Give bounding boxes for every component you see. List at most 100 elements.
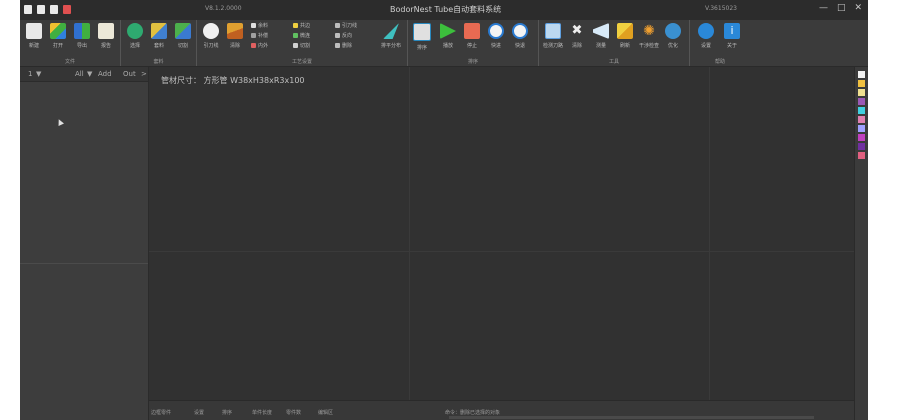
open-file-icon[interactable]: [37, 5, 45, 14]
color-swatch[interactable]: [858, 107, 865, 114]
canvas-guide: [409, 67, 410, 400]
nest-button[interactable]: 套料: [147, 23, 171, 49]
inner-outer-button[interactable]: 内外: [251, 42, 268, 50]
lead-line-icon: [203, 23, 219, 39]
check-path-button[interactable]: 检测刀路: [541, 23, 565, 49]
export-icon[interactable]: [63, 5, 71, 14]
rewind-button[interactable]: 快退: [508, 23, 532, 49]
tube-size-info: 管材尺寸： 方形管 W38xH38xR3x100: [161, 75, 305, 86]
cutting-button[interactable]: 切割: [293, 42, 310, 50]
compensate-icon: [251, 33, 256, 38]
export-button[interactable]: 导出: [70, 23, 94, 49]
about-button[interactable]: i 关于: [720, 23, 744, 49]
color-swatch[interactable]: [858, 143, 865, 150]
lead-line-button[interactable]: 引刀线: [199, 23, 223, 49]
puzzle-icon: [50, 23, 66, 39]
refresh-button[interactable]: 刷新: [613, 23, 637, 49]
status-item[interactable]: 编辑区: [318, 409, 333, 416]
count-selector[interactable]: 1: [28, 70, 32, 78]
quick-access-toolbar: [24, 5, 71, 14]
filter-selector[interactable]: All: [75, 70, 84, 78]
measure-button[interactable]: 测量: [589, 23, 613, 49]
fast-forward-button[interactable]: 快进: [484, 23, 508, 49]
expand-button[interactable]: >: [141, 70, 147, 78]
settings-button[interactable]: 设置: [694, 23, 718, 49]
maximize-button[interactable]: □: [837, 3, 846, 13]
color-layer-strip: [854, 67, 868, 420]
version-left: V8.1.2.0000: [205, 5, 242, 12]
color-swatch[interactable]: [858, 80, 865, 87]
color-swatch[interactable]: [858, 125, 865, 132]
info-icon: i: [724, 23, 740, 39]
new-file-icon[interactable]: [24, 5, 32, 14]
reverse-button[interactable]: 反向: [335, 32, 352, 40]
starburst-icon: ✺: [643, 23, 655, 39]
interference-check-button[interactable]: ✺ 干涉检查: [637, 23, 661, 49]
app-window: V8.1.2.0000 BodorNest Tube自动套料系统 V.36150…: [20, 0, 868, 420]
export-arrow-icon: [74, 23, 90, 39]
color-swatch[interactable]: [858, 98, 865, 105]
ribbon-group-sort: 排序 播放 停止 快进 快退 排序: [408, 20, 539, 66]
stop-icon: [464, 23, 480, 39]
tube-size-value: 方形管 W38xH38xR3x100: [203, 76, 305, 85]
report-icon: [98, 23, 114, 39]
color-swatch[interactable]: [858, 116, 865, 123]
report-button[interactable]: 报告: [94, 23, 118, 49]
status-item[interactable]: 边框零件: [151, 409, 171, 416]
title-bar: V8.1.2.0000 BodorNest Tube自动套料系统 V.36150…: [20, 0, 868, 21]
select-button[interactable]: 选择: [123, 23, 147, 49]
new-button[interactable]: 新建: [22, 23, 46, 49]
nesting-canvas[interactable]: 管材尺寸： 方形管 W38xH38xR3x100: [149, 67, 854, 400]
optimize-button[interactable]: 优化: [661, 23, 685, 49]
add-button[interactable]: Add: [98, 70, 112, 78]
save-icon[interactable]: [50, 5, 58, 14]
ribbon-group-nest: 选择 套料 切割 套料: [121, 20, 197, 66]
stop-button[interactable]: 停止: [460, 23, 484, 49]
status-item[interactable]: 排序: [222, 409, 232, 416]
chevron-down-icon[interactable]: ▼: [36, 70, 41, 78]
status-item[interactable]: 零件数: [286, 409, 301, 416]
sort-button[interactable]: 排序: [410, 23, 434, 51]
window-controls: — □ ✕: [819, 3, 862, 13]
color-swatch[interactable]: [858, 71, 865, 78]
minimize-button[interactable]: —: [819, 3, 828, 13]
play-button[interactable]: 播放: [436, 23, 460, 49]
delete-button[interactable]: 删除: [335, 42, 352, 50]
ribbon-group-tools: 检测刀路 ✖ 清除 测量 刷新 ✺ 干涉检查 优化 工具: [539, 20, 690, 66]
chevron-down-icon[interactable]: ▼: [87, 70, 92, 78]
cutting-icon: [293, 43, 298, 48]
status-item[interactable]: 单件长度: [252, 409, 272, 416]
close-button[interactable]: ✕: [854, 3, 862, 13]
inner-outer-icon: [251, 43, 256, 48]
measure-icon: [593, 23, 609, 39]
mouse-cursor-icon: [56, 118, 64, 126]
compensate-button[interactable]: 补偿: [251, 32, 268, 40]
common-edge-button[interactable]: 共边: [293, 22, 310, 30]
rewind-icon: [512, 23, 528, 39]
out-button[interactable]: Out: [123, 70, 136, 78]
paper-plane-icon: [383, 23, 399, 39]
wrench-icon: [698, 23, 714, 39]
micro-joint-button[interactable]: 微连: [293, 32, 310, 40]
horizontal-scrollbar[interactable]: [449, 416, 814, 419]
command-status: 命令：删除已选择的对象: [445, 410, 501, 416]
color-swatch[interactable]: [858, 134, 865, 141]
remnant-button[interactable]: 余料: [251, 22, 268, 30]
lead-small-button[interactable]: 引刀线: [335, 22, 357, 30]
color-swatch[interactable]: [858, 152, 865, 159]
x-mark-icon: ✖: [571, 23, 583, 38]
distribute-button[interactable]: 排平分布: [377, 23, 405, 49]
cut-button[interactable]: 切割: [171, 23, 195, 49]
ribbon-group-help: 设置 i 关于 帮助: [690, 20, 750, 66]
clear-button[interactable]: 清除: [223, 23, 247, 49]
ribbon-group-file: 新建 打开 导出 报告 文件: [20, 20, 121, 66]
check-path-icon: [545, 23, 561, 39]
window-title: BodorNest Tube自动套料系统: [390, 5, 502, 14]
status-item[interactable]: 设置: [194, 409, 204, 416]
ribbon: 新建 打开 导出 报告 文件 选择 套料 切割 套料 引刀线 清除 余料 补偿 …: [20, 20, 868, 67]
color-swatch[interactable]: [858, 89, 865, 96]
status-bar: 边框零件 设置 排序 单件长度 零件数 编辑区 命令：删除已选择的对象: [149, 400, 854, 420]
micro-joint-icon: [293, 33, 298, 38]
open-button[interactable]: 打开: [46, 23, 70, 49]
tool-clear-button[interactable]: ✖ 清除: [565, 23, 589, 49]
